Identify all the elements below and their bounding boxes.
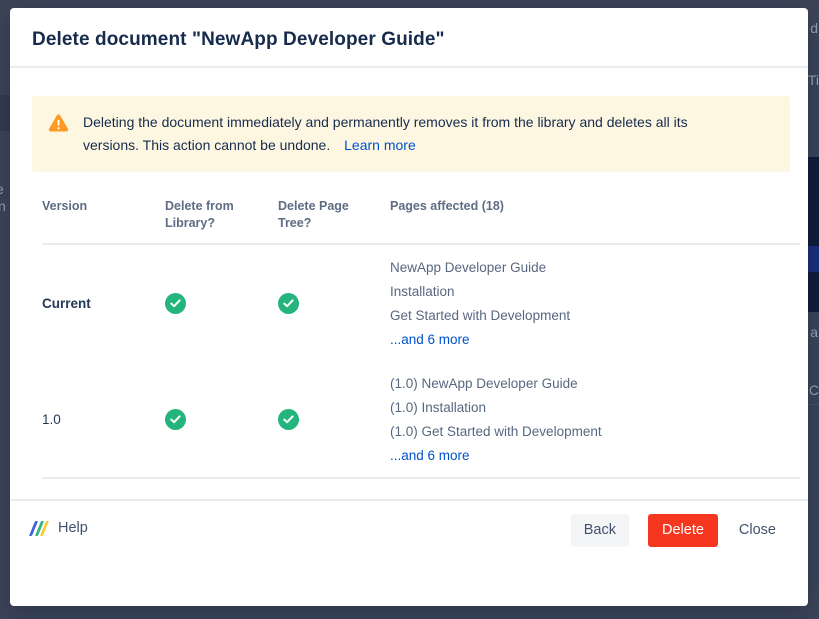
- background-text-fragment: e: [0, 181, 4, 197]
- delete-document-dialog: Delete document "NewApp Developer Guide"…: [10, 8, 808, 606]
- learn-more-link[interactable]: Learn more: [344, 137, 416, 153]
- page-item: Installation: [390, 284, 800, 299]
- warning-message: Deleting the document immediately and pe…: [83, 111, 743, 157]
- and-more-link[interactable]: ...and 6 more: [390, 448, 800, 463]
- page-item: NewApp Developer Guide: [390, 260, 800, 275]
- column-header-delete-from-library: Delete from Library?: [165, 198, 255, 232]
- table-row-current: Current NewApp Deve: [42, 245, 800, 361]
- pages-affected-list: (1.0) NewApp Developer Guide (1.0) Insta…: [390, 376, 800, 463]
- column-header-delete-page-tree: Delete Page Tree?: [278, 198, 368, 232]
- page-item: (1.0) Installation: [390, 400, 800, 415]
- warning-banner: Deleting the document immediately and pe…: [32, 96, 790, 172]
- column-header-version: Version: [42, 198, 132, 232]
- table-header-row: Version Delete from Library? Delete Page…: [42, 198, 800, 243]
- help-button[interactable]: Help: [32, 520, 88, 536]
- background-text-fragment: a: [810, 324, 818, 340]
- delete-button[interactable]: Delete: [648, 514, 718, 547]
- delete-page-tree-cell: [278, 293, 390, 314]
- page-item: (1.0) Get Started with Development: [390, 424, 800, 439]
- dialog-body: Deleting the document immediately and pe…: [10, 68, 808, 479]
- background-text-fragment: d: [810, 20, 818, 36]
- check-circle-icon: [165, 293, 186, 314]
- background-text-fragment: C: [809, 382, 819, 398]
- dialog-header: Delete document "NewApp Developer Guide": [10, 8, 808, 68]
- footer-buttons: Back Delete Close: [571, 514, 778, 547]
- delete-from-library-cell: [165, 409, 278, 430]
- pages-affected-list: NewApp Developer Guide Installation Get …: [390, 260, 800, 347]
- background-divider-line: [807, 404, 819, 405]
- versions-table: Version Delete from Library? Delete Page…: [42, 198, 800, 479]
- page-item: Get Started with Development: [390, 308, 800, 323]
- close-button[interactable]: Close: [737, 514, 778, 547]
- table-row-1-0: 1.0 (1.0) NewApp De: [42, 361, 800, 477]
- version-label: Current: [42, 296, 165, 311]
- delete-page-tree-cell: [278, 409, 390, 430]
- delete-from-library-cell: [165, 293, 278, 314]
- check-circle-icon: [278, 293, 299, 314]
- check-circle-icon: [278, 409, 299, 430]
- page-item: (1.0) NewApp Developer Guide: [390, 376, 800, 391]
- warning-triangle-icon: [48, 113, 69, 133]
- column-header-pages-affected: Pages affected (18): [390, 198, 800, 232]
- dialog-footer: Help Back Delete Close: [10, 499, 808, 619]
- table-bottom-divider: [42, 477, 800, 479]
- background-text-fragment: Ti: [808, 72, 819, 88]
- help-label: Help: [58, 520, 88, 536]
- check-circle-icon: [165, 409, 186, 430]
- k15t-stripes-icon: [32, 521, 49, 536]
- version-label: 1.0: [42, 412, 165, 427]
- and-more-link[interactable]: ...and 6 more: [390, 332, 800, 347]
- dialog-title: Delete document "NewApp Developer Guide": [32, 29, 776, 51]
- back-button[interactable]: Back: [571, 514, 629, 547]
- background-darker-block: [0, 95, 10, 131]
